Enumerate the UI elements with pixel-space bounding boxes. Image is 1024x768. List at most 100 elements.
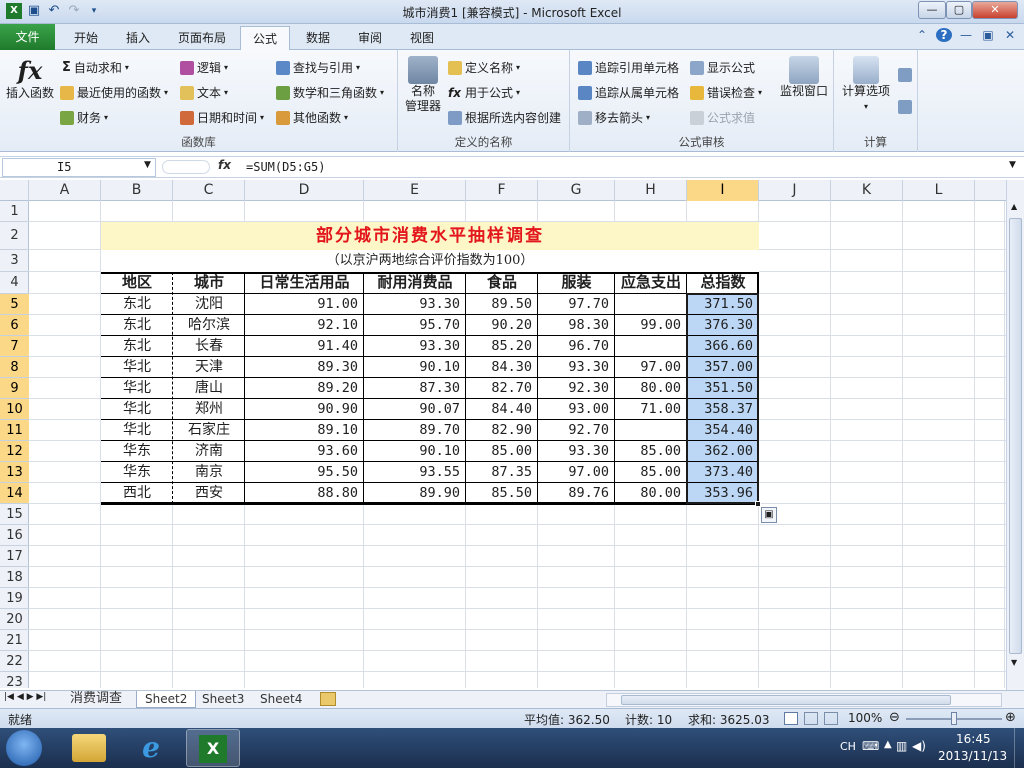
table-cell-number[interactable]: 84.40 (466, 399, 538, 420)
table-cell-text[interactable]: 沈阳 (173, 294, 245, 315)
page-layout-view-icon[interactable] (804, 712, 818, 725)
tray-arrow-icon[interactable]: ▲ (884, 739, 892, 750)
column-header[interactable]: L (903, 180, 975, 201)
tab-page-layout[interactable]: 页面布局 (170, 26, 234, 50)
row-header[interactable]: 1 (0, 201, 29, 222)
row-header[interactable]: 18 (0, 567, 29, 588)
row-header[interactable]: 7 (0, 336, 29, 357)
row-header[interactable]: 17 (0, 546, 29, 567)
row-header[interactable]: 9 (0, 378, 29, 399)
table-cell-number[interactable]: 88.80 (245, 483, 364, 504)
collapse-ribbon-icon[interactable]: ⌃ (914, 28, 930, 42)
table-cell-number[interactable]: 93.00 (538, 399, 615, 420)
tab-data[interactable]: 数据 (296, 26, 340, 50)
column-header[interactable]: A (29, 180, 101, 201)
table-cell-number[interactable]: 89.76 (538, 483, 615, 504)
sheet-tab[interactable]: Sheet3 (194, 691, 252, 708)
column-header[interactable]: J (759, 180, 831, 201)
doc-close-icon[interactable]: ✕ (1002, 28, 1018, 42)
table-header-cell[interactable]: 地区 (101, 272, 173, 294)
row-header[interactable]: 5 (0, 294, 29, 315)
table-cell-number[interactable]: 92.30 (538, 378, 615, 399)
tab-review[interactable]: 审阅 (348, 26, 392, 50)
table-header-cell[interactable]: 应急支出 (615, 272, 687, 294)
row-header[interactable]: 14 (0, 483, 29, 504)
table-cell-text[interactable]: 唐山 (173, 378, 245, 399)
table-cell-number[interactable]: 90.07 (364, 399, 466, 420)
table-cell-number[interactable]: 85.00 (615, 462, 687, 483)
table-cell-number[interactable]: 97.00 (615, 357, 687, 378)
define-name-button[interactable]: 定义名称 ▾ (448, 59, 520, 76)
tab-formulas[interactable]: 公式 (240, 26, 290, 51)
table-cell-number[interactable]: 90.10 (364, 357, 466, 378)
column-header[interactable]: C (173, 180, 245, 201)
insert-function-fx-icon[interactable]: fx (218, 158, 231, 172)
doc-minimize-icon[interactable]: — (958, 28, 974, 42)
table-cell-text[interactable]: 华东 (101, 441, 173, 462)
column-header-selected[interactable]: I (687, 180, 759, 201)
table-cell-text[interactable]: 东北 (101, 336, 173, 357)
clock-time[interactable]: 16:45 (956, 732, 991, 746)
minimize-button[interactable]: — (918, 1, 946, 19)
table-cell-number[interactable]: 353.96 (687, 483, 759, 504)
select-all-corner[interactable] (0, 180, 29, 201)
zoom-slider-thumb[interactable] (951, 712, 957, 725)
tab-insert[interactable]: 插入 (116, 26, 160, 50)
show-desktop-button[interactable] (1014, 728, 1024, 768)
excel-taskbar-icon[interactable]: X (186, 729, 240, 767)
logical-button[interactable]: 逻辑 ▾ (180, 59, 228, 76)
row-header[interactable]: 8 (0, 357, 29, 378)
table-cell-text[interactable]: 郑州 (173, 399, 245, 420)
table-cell-text[interactable]: 天津 (173, 357, 245, 378)
row-header[interactable]: 4 (0, 272, 29, 294)
table-cell-number[interactable]: 376.30 (687, 315, 759, 336)
table-cell-number[interactable]: 97.00 (538, 462, 615, 483)
table-cell-number[interactable]: 354.40 (687, 420, 759, 441)
column-header[interactable]: H (615, 180, 687, 201)
table-cell-number[interactable] (615, 336, 687, 357)
name-box-dropdown-icon[interactable]: ▼ (144, 160, 151, 170)
sheet-tab-active[interactable]: Sheet2 (136, 691, 197, 708)
table-cell-number[interactable]: 89.90 (364, 483, 466, 504)
table-cell-number[interactable]: 82.70 (466, 378, 538, 399)
name-manager-button[interactable]: 名称 管理器 (402, 56, 444, 114)
table-cell-text[interactable]: 哈尔滨 (173, 315, 245, 336)
table-cell-number[interactable]: 89.10 (245, 420, 364, 441)
page-break-view-icon[interactable] (824, 712, 838, 725)
table-cell-number[interactable]: 80.00 (615, 483, 687, 504)
row-header[interactable]: 21 (0, 630, 29, 651)
trace-precedents-button[interactable]: 追踪引用单元格 (578, 59, 679, 76)
calc-sheet-icon[interactable] (898, 100, 912, 114)
table-cell-number[interactable]: 371.50 (687, 294, 759, 315)
table-cell-number[interactable]: 92.70 (538, 420, 615, 441)
table-cell-number[interactable]: 85.50 (466, 483, 538, 504)
volume-icon[interactable]: ◀) (912, 739, 926, 753)
table-cell-number[interactable]: 90.20 (466, 315, 538, 336)
row-header[interactable]: 3 (0, 250, 29, 272)
table-header-cell[interactable]: 耐用消费品 (364, 272, 466, 294)
table-cell-number[interactable]: 97.70 (538, 294, 615, 315)
row-header[interactable]: 6 (0, 315, 29, 336)
zoom-out-icon[interactable]: ⊖ (889, 710, 900, 725)
table-cell-number[interactable]: 85.00 (615, 441, 687, 462)
table-cell-number[interactable]: 95.70 (364, 315, 466, 336)
formula-input[interactable]: =SUM(D5:G5) (246, 158, 325, 177)
table-cell-text[interactable]: 长春 (173, 336, 245, 357)
table-header-cell[interactable]: 城市 (173, 272, 245, 294)
table-cell-number[interactable]: 96.70 (538, 336, 615, 357)
sheet-tab[interactable]: Sheet4 (252, 691, 310, 708)
table-cell-text[interactable]: 南京 (173, 462, 245, 483)
table-cell-number[interactable]: 89.30 (245, 357, 364, 378)
row-header[interactable]: 20 (0, 609, 29, 630)
financial-button[interactable]: 财务 ▾ (60, 109, 108, 126)
table-cell-number[interactable]: 93.30 (538, 441, 615, 462)
table-cell-number[interactable]: 89.70 (364, 420, 466, 441)
error-checking-button[interactable]: 错误检查 ▾ (690, 84, 762, 101)
table-cell-number[interactable]: 362.00 (687, 441, 759, 462)
column-header[interactable]: D (245, 180, 364, 201)
table-cell-text[interactable]: 华北 (101, 378, 173, 399)
table-cell-number[interactable]: 357.00 (687, 357, 759, 378)
row-header[interactable]: 10 (0, 399, 29, 420)
row-header[interactable]: 11 (0, 420, 29, 441)
table-cell-number[interactable]: 93.60 (245, 441, 364, 462)
